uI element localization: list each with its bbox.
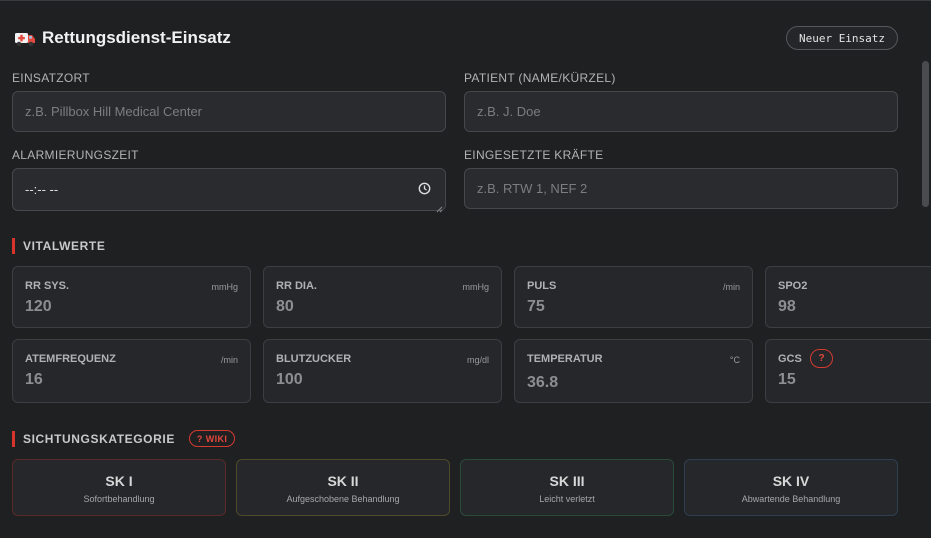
patient-input[interactable]: z.B. J. Doe	[464, 91, 898, 132]
gcs-help-button[interactable]: ?	[810, 349, 833, 368]
einsatzort-label: EINSATZORT	[12, 71, 90, 85]
vital-card-temperatur[interactable]: TEMPERATUR °C 36.8	[514, 339, 753, 403]
kraefte-input[interactable]: z.B. RTW 1, NEF 2	[464, 168, 898, 209]
vital-name: GCS	[778, 353, 802, 365]
vital-name: PULS	[527, 280, 557, 292]
vital-name: BLUTZUCKER	[276, 353, 352, 365]
section-accent-bar	[12, 238, 15, 254]
sk-subtitle: Aufgeschobene Behandlung	[286, 494, 400, 504]
vital-unit: mg/dl	[466, 355, 489, 365]
vital-name: RR DIA.	[276, 280, 317, 292]
header: Rettungsdienst-Einsatz	[14, 27, 231, 49]
scrollbar-thumb[interactable]	[922, 61, 929, 207]
sk-title: SK I	[105, 473, 133, 489]
mission-panel: Rettungsdienst-Einsatz Neuer Einsatz EIN…	[0, 0, 931, 538]
vital-value: 100	[276, 371, 303, 388]
triage-title: SICHTUNGSKATEGORIE	[23, 431, 175, 446]
triage-sk3-button[interactable]: SK III Leicht verletzt	[460, 459, 674, 516]
vital-card-gcs[interactable]: GCS ? 15	[765, 339, 931, 403]
vital-name: ATEMFREQUENZ	[25, 353, 116, 365]
vital-card-atemfrequenz[interactable]: ATEMFREQUENZ /min 16	[12, 339, 251, 403]
patient-label: PATIENT (NAME/KÜRZEL)	[464, 71, 616, 85]
resize-handle-icon[interactable]	[436, 201, 443, 213]
vital-value: 98	[778, 298, 796, 315]
sk-subtitle: Sofortbehandlung	[83, 494, 155, 504]
vital-unit: /min	[220, 355, 238, 365]
triage-sk2-button[interactable]: SK II Aufgeschobene Behandlung	[236, 459, 450, 516]
sk-title: SK IV	[772, 473, 810, 489]
patient-placeholder: z.B. J. Doe	[477, 104, 541, 119]
vital-card-puls[interactable]: PULS /min 75	[514, 266, 753, 328]
vital-card-spo2[interactable]: SPO2 98	[765, 266, 931, 328]
vital-value: 75	[527, 298, 545, 315]
kraefte-placeholder: z.B. RTW 1, NEF 2	[477, 181, 588, 196]
vital-value: 16	[25, 371, 43, 388]
vital-card-rr-dia[interactable]: RR DIA. mmHg 80	[263, 266, 502, 328]
clock-icon[interactable]	[418, 182, 431, 195]
sk-title: SK II	[327, 473, 359, 489]
section-accent-bar	[12, 430, 15, 447]
vital-value: 36.8	[527, 374, 559, 391]
alarmierungszeit-value: --:-- --	[25, 182, 59, 197]
vital-name: SPO2	[778, 280, 808, 292]
vital-unit: /min	[722, 282, 740, 292]
vital-value: 80	[276, 298, 294, 315]
ambulance-icon	[14, 27, 36, 49]
einsatzort-input[interactable]: z.B. Pillbox Hill Medical Center	[12, 91, 446, 132]
vitals-title: VITALWERTE	[23, 239, 106, 253]
kraefte-label: EINGESETZTE KRÄFTE	[464, 148, 604, 162]
vital-card-blutzucker[interactable]: BLUTZUCKER mg/dl 100	[263, 339, 502, 403]
einsatzort-placeholder: z.B. Pillbox Hill Medical Center	[25, 104, 203, 119]
vital-name: RR SYS.	[25, 280, 70, 292]
vital-card-rr-sys[interactable]: RR SYS. mmHg 120	[12, 266, 251, 328]
page-title: Rettungsdienst-Einsatz	[42, 28, 231, 47]
triage-sk4-button[interactable]: SK IV Abwartende Behandlung	[684, 459, 898, 516]
new-mission-button[interactable]: Neuer Einsatz	[786, 26, 898, 50]
vital-unit: °C	[729, 355, 740, 365]
sk-subtitle: Leicht verletzt	[539, 494, 595, 504]
vital-name: TEMPERATUR	[527, 353, 603, 365]
triage-section-header: SICHTUNGSKATEGORIE ? WIKI	[12, 430, 236, 447]
triage-sk1-button[interactable]: SK I Sofortbehandlung	[12, 459, 226, 516]
vital-value: 120	[25, 298, 52, 315]
alarmierungszeit-input[interactable]: --:-- --	[12, 168, 446, 213]
sk-title: SK III	[549, 473, 585, 489]
vital-value: 15	[778, 371, 796, 388]
vital-unit: mmHg	[462, 282, 490, 292]
wiki-button[interactable]: ? WIKI	[188, 430, 236, 447]
vitals-section-header: VITALWERTE	[12, 238, 105, 254]
vital-unit: mmHg	[211, 282, 239, 292]
sk-subtitle: Abwartende Behandlung	[741, 494, 841, 504]
alarmierungszeit-label: ALARMIERUNGSZEIT	[12, 148, 139, 162]
